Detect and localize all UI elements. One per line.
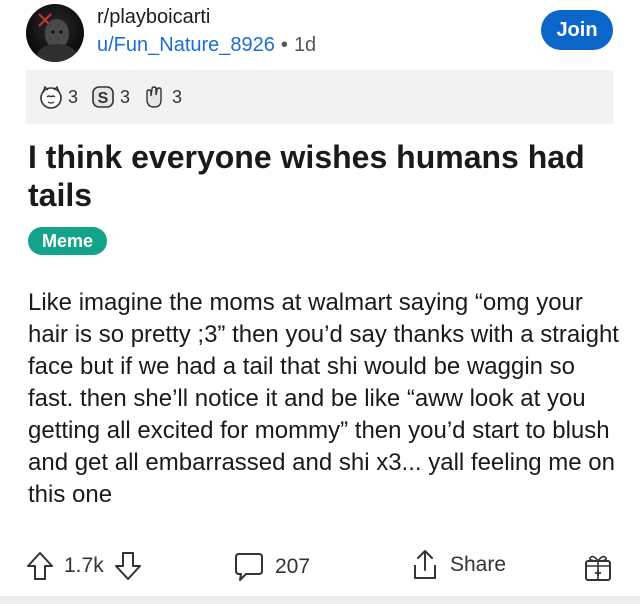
subreddit-avatar[interactable]	[26, 4, 84, 62]
author-link[interactable]: u/Fun_Nature_8926	[97, 34, 275, 56]
post-age: 1d	[293, 34, 317, 56]
subreddit-name[interactable]: r/playboicarti	[97, 6, 210, 29]
post-title: I think everyone wishes humans had tails	[28, 139, 585, 213]
byline: u/Fun_Nature_8926 • 1d	[97, 34, 316, 57]
cat-face-icon	[40, 85, 62, 109]
share-label: Share	[450, 553, 507, 576]
post-body: Like imagine the moms at walmart saying …	[28, 289, 619, 508]
award-item[interactable]: 3	[142, 84, 182, 110]
post-flair[interactable]: Meme	[28, 227, 108, 255]
award-count: 3	[172, 86, 183, 107]
bottom-divider	[0, 596, 640, 604]
share-button[interactable]: Share	[410, 548, 506, 582]
avatar-figure-icon	[37, 19, 77, 62]
award-count: 3	[68, 86, 79, 107]
awards-strip[interactable]: 3 S 3 3	[26, 70, 613, 124]
action-bar: 1.7k 207 Share	[0, 540, 640, 592]
award-count: 3	[120, 86, 131, 107]
post-header: r/playboicarti u/Fun_Nature_8926 • 1d Join	[0, 0, 640, 68]
comments-button[interactable]: 207	[233, 551, 310, 583]
svg-text:S: S	[98, 90, 109, 107]
award-item[interactable]: 3	[38, 84, 78, 110]
give-award-button[interactable]	[583, 552, 613, 582]
award-item[interactable]: S 3	[90, 84, 130, 110]
byline-separator: •	[280, 34, 288, 56]
rock-hand-icon	[146, 86, 162, 108]
share-icon	[414, 550, 436, 579]
downvote-icon[interactable]	[114, 551, 142, 581]
vote-control: 1.7k	[26, 551, 142, 581]
upvote-icon[interactable]	[26, 551, 54, 581]
comment-bubble-icon	[235, 553, 263, 581]
vote-score: 1.7k	[64, 554, 104, 577]
comment-count: 207	[275, 555, 311, 578]
s-coin-icon: S	[92, 86, 114, 108]
join-button[interactable]: Join	[541, 10, 613, 50]
gift-award-icon	[585, 555, 611, 581]
